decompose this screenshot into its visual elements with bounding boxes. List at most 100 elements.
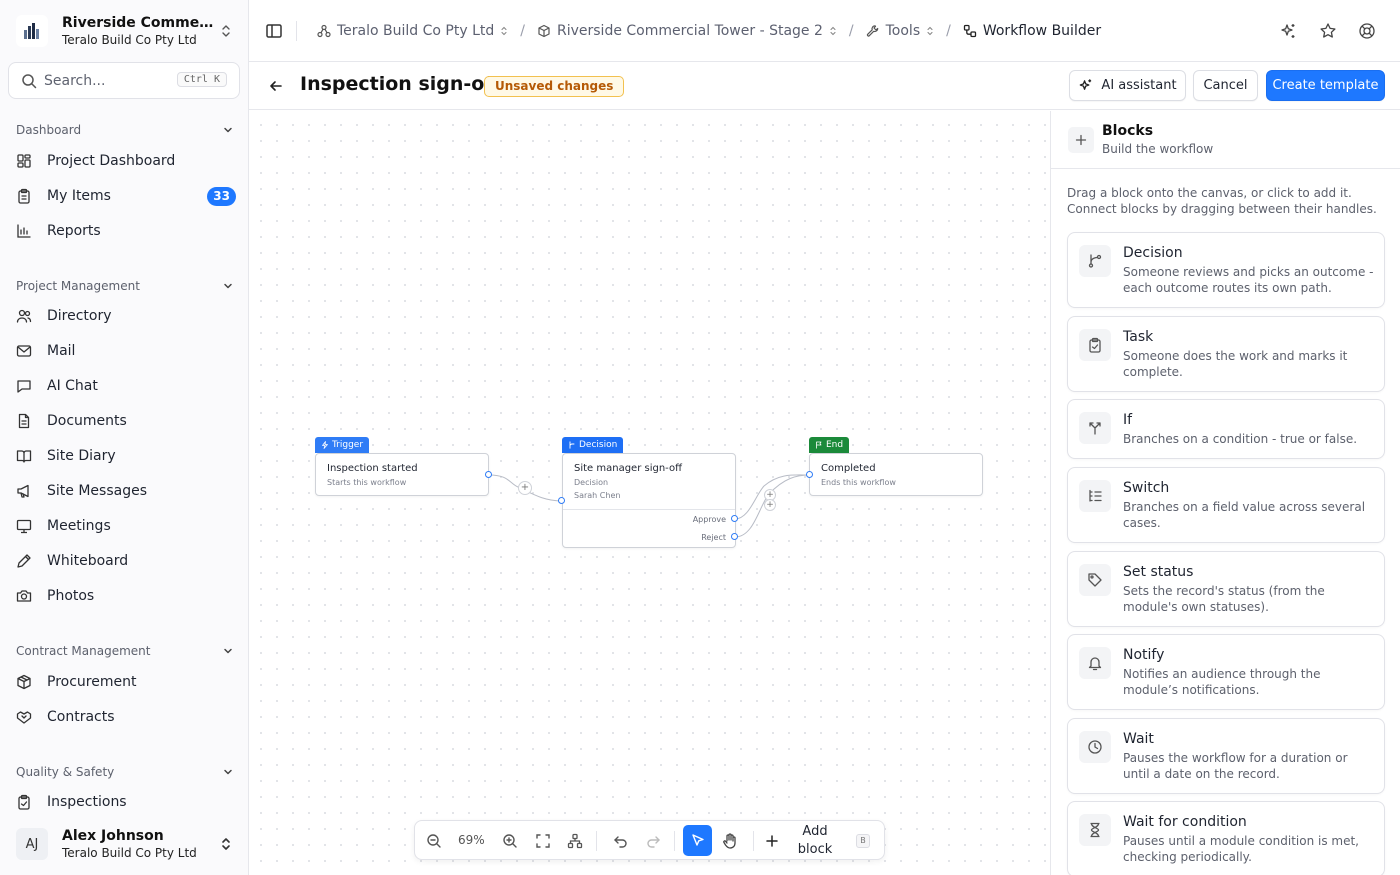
block-decision[interactable]: Decision Someone reviews and picks an ou…	[1067, 232, 1385, 308]
star-icon[interactable]	[1319, 22, 1337, 40]
branch-icon	[1079, 245, 1111, 277]
page-header: Inspection sign-off Unsaved changes AI a…	[249, 62, 1400, 110]
section-contract-management[interactable]: Contract Management	[16, 641, 234, 661]
chevrons-up-down-icon	[829, 25, 837, 37]
list-tree-icon	[1079, 480, 1111, 512]
node-handle-approve[interactable]	[731, 515, 738, 522]
sidebar-item-label: Site Messages	[47, 483, 147, 499]
sidebar-item-label: Contracts	[47, 709, 115, 725]
hourglass-icon	[1079, 814, 1111, 846]
megaphone-icon	[16, 483, 32, 499]
sidebar-item-contracts[interactable]: Contracts	[8, 702, 240, 732]
node-handle[interactable]	[806, 471, 813, 478]
sparkles-icon[interactable]	[1279, 22, 1297, 40]
section-dashboard[interactable]: Dashboard	[16, 120, 234, 140]
sidebar-item-directory[interactable]: Directory	[8, 301, 240, 331]
search-input[interactable]	[44, 72, 169, 89]
node-title: Site manager sign-off	[574, 463, 682, 474]
block-wait-for-condition[interactable]: Wait for condition Pauses until a module…	[1067, 801, 1385, 875]
block-if[interactable]: If Branches on a condition - true or fal…	[1067, 399, 1385, 459]
sidebar-item-inspections[interactable]: Inspections	[8, 787, 240, 817]
ai-assistant-button[interactable]: AI assistant	[1069, 70, 1186, 101]
block-title: Switch	[1123, 480, 1170, 496]
pen-icon	[16, 553, 32, 569]
sidebar-item-reports[interactable]: Reports	[8, 216, 240, 246]
fit-view-button[interactable]	[531, 829, 555, 853]
clock-icon	[1079, 731, 1111, 763]
sidebar-toggle-icon[interactable]	[265, 22, 283, 40]
divider	[563, 509, 735, 510]
user-name: Alex Johnson	[62, 828, 164, 844]
breadcrumb-project[interactable]: Riverside Commercial Tower - Stage 2	[537, 23, 837, 39]
cancel-button[interactable]: Cancel	[1193, 70, 1258, 101]
port-label-approve: Approve	[692, 515, 726, 524]
sidebar-item-site-messages[interactable]: Site Messages	[8, 476, 240, 506]
search-box[interactable]: Ctrl K	[8, 62, 240, 99]
breadcrumb-org[interactable]: Teralo Build Co Pty Ltd	[317, 23, 508, 39]
zoom-in-button[interactable]	[498, 829, 522, 853]
sidebar-item-procurement[interactable]: Procurement	[8, 667, 240, 697]
node-handle[interactable]	[485, 471, 492, 478]
block-set-status[interactable]: Set status Sets the record's status (fro…	[1067, 551, 1385, 627]
redo-button[interactable]	[641, 829, 665, 853]
chevrons-up-down-icon	[220, 836, 232, 852]
grid-icon	[16, 153, 32, 169]
section-project-management[interactable]: Project Management	[16, 276, 234, 296]
sidebar-item-label: Procurement	[47, 674, 137, 690]
chevrons-up-down-icon	[500, 25, 508, 37]
node-tag-label: End	[826, 440, 844, 450]
sidebar-item-photos[interactable]: Photos	[8, 581, 240, 611]
section-quality-safety[interactable]: Quality & Safety	[16, 762, 234, 782]
auto-layout-button[interactable]	[563, 829, 587, 853]
port-label-reject: Reject	[701, 533, 726, 542]
sidebar-item-my-items[interactable]: My Items 33	[8, 181, 240, 211]
sidebar-item-mail[interactable]: Mail	[8, 336, 240, 366]
breadcrumb: Teralo Build Co Pty Ltd / Riverside Comm…	[317, 20, 1101, 42]
top-bar: Teralo Build Co Pty Ltd / Riverside Comm…	[249, 0, 1400, 62]
breadcrumb-current: Workflow Builder	[963, 23, 1101, 39]
node-handle-reject[interactable]	[731, 533, 738, 540]
zoom-in-icon	[503, 834, 517, 848]
select-tool-button[interactable]	[683, 825, 712, 856]
project-switcher[interactable]: Riverside Commercial Tower - Stage 2 Ter…	[8, 6, 240, 56]
sidebar-item-ai-chat[interactable]: AI Chat	[8, 371, 240, 401]
block-title: Decision	[1123, 245, 1183, 261]
plus-icon	[766, 835, 778, 847]
sidebar-item-meetings[interactable]: Meetings	[8, 511, 240, 541]
undo-button[interactable]	[609, 829, 633, 853]
sidebar-item-documents[interactable]: Documents	[8, 406, 240, 436]
breadcrumb-tools[interactable]: Tools	[866, 23, 935, 39]
bell-icon	[1079, 647, 1111, 679]
workflow-canvas[interactable]: Trigger Inspection started Starts this w…	[249, 111, 1050, 875]
sidebar-item-whiteboard[interactable]: Whiteboard	[8, 546, 240, 576]
node-trigger[interactable]: Inspection started Starts this workflow	[315, 453, 489, 496]
block-description: Sets the record's status (from the modul…	[1123, 584, 1325, 614]
add-between-button[interactable]: +	[764, 499, 776, 511]
arrow-left-icon[interactable]	[268, 78, 284, 94]
ai-assistant-label: AI assistant	[1101, 78, 1177, 93]
sidebar-item-label: Project Dashboard	[47, 153, 176, 169]
sidebar-item-project-dashboard[interactable]: Project Dashboard	[8, 146, 240, 176]
add-block-button[interactable]: Add block	[765, 824, 837, 857]
divider	[296, 21, 297, 41]
block-switch[interactable]: Switch Branches on a field value across …	[1067, 467, 1385, 543]
node-end[interactable]: Completed Ends this workflow	[809, 453, 983, 496]
book-icon	[16, 448, 32, 464]
zoom-out-button[interactable]	[422, 829, 446, 853]
block-notify[interactable]: Notify Notifies an audience through the …	[1067, 634, 1385, 710]
user-menu[interactable]: AJ Alex Johnson Teralo Build Co Pty Ltd	[8, 820, 240, 868]
chat-icon	[16, 378, 32, 394]
node-decision[interactable]: Site manager sign-off Decision Sarah Che…	[562, 453, 736, 548]
user-org: Teralo Build Co Pty Ltd	[62, 846, 197, 860]
block-wait[interactable]: Wait Pauses the workflow for a duration …	[1067, 718, 1385, 794]
sidebar-item-site-diary[interactable]: Site Diary	[8, 441, 240, 471]
add-between-button[interactable]: +	[518, 481, 532, 495]
node-handle[interactable]	[558, 497, 565, 504]
pan-tool-button[interactable]	[718, 829, 742, 853]
sidebar-item-label: Inspections	[47, 794, 127, 810]
help-lifebuoy-icon[interactable]	[1358, 22, 1376, 40]
breadcrumb-label: Workflow Builder	[982, 23, 1102, 39]
chevrons-up-down-icon	[220, 23, 232, 39]
create-template-button[interactable]: Create template	[1266, 70, 1385, 101]
block-task[interactable]: Task Someone does the work and marks it …	[1067, 316, 1385, 392]
